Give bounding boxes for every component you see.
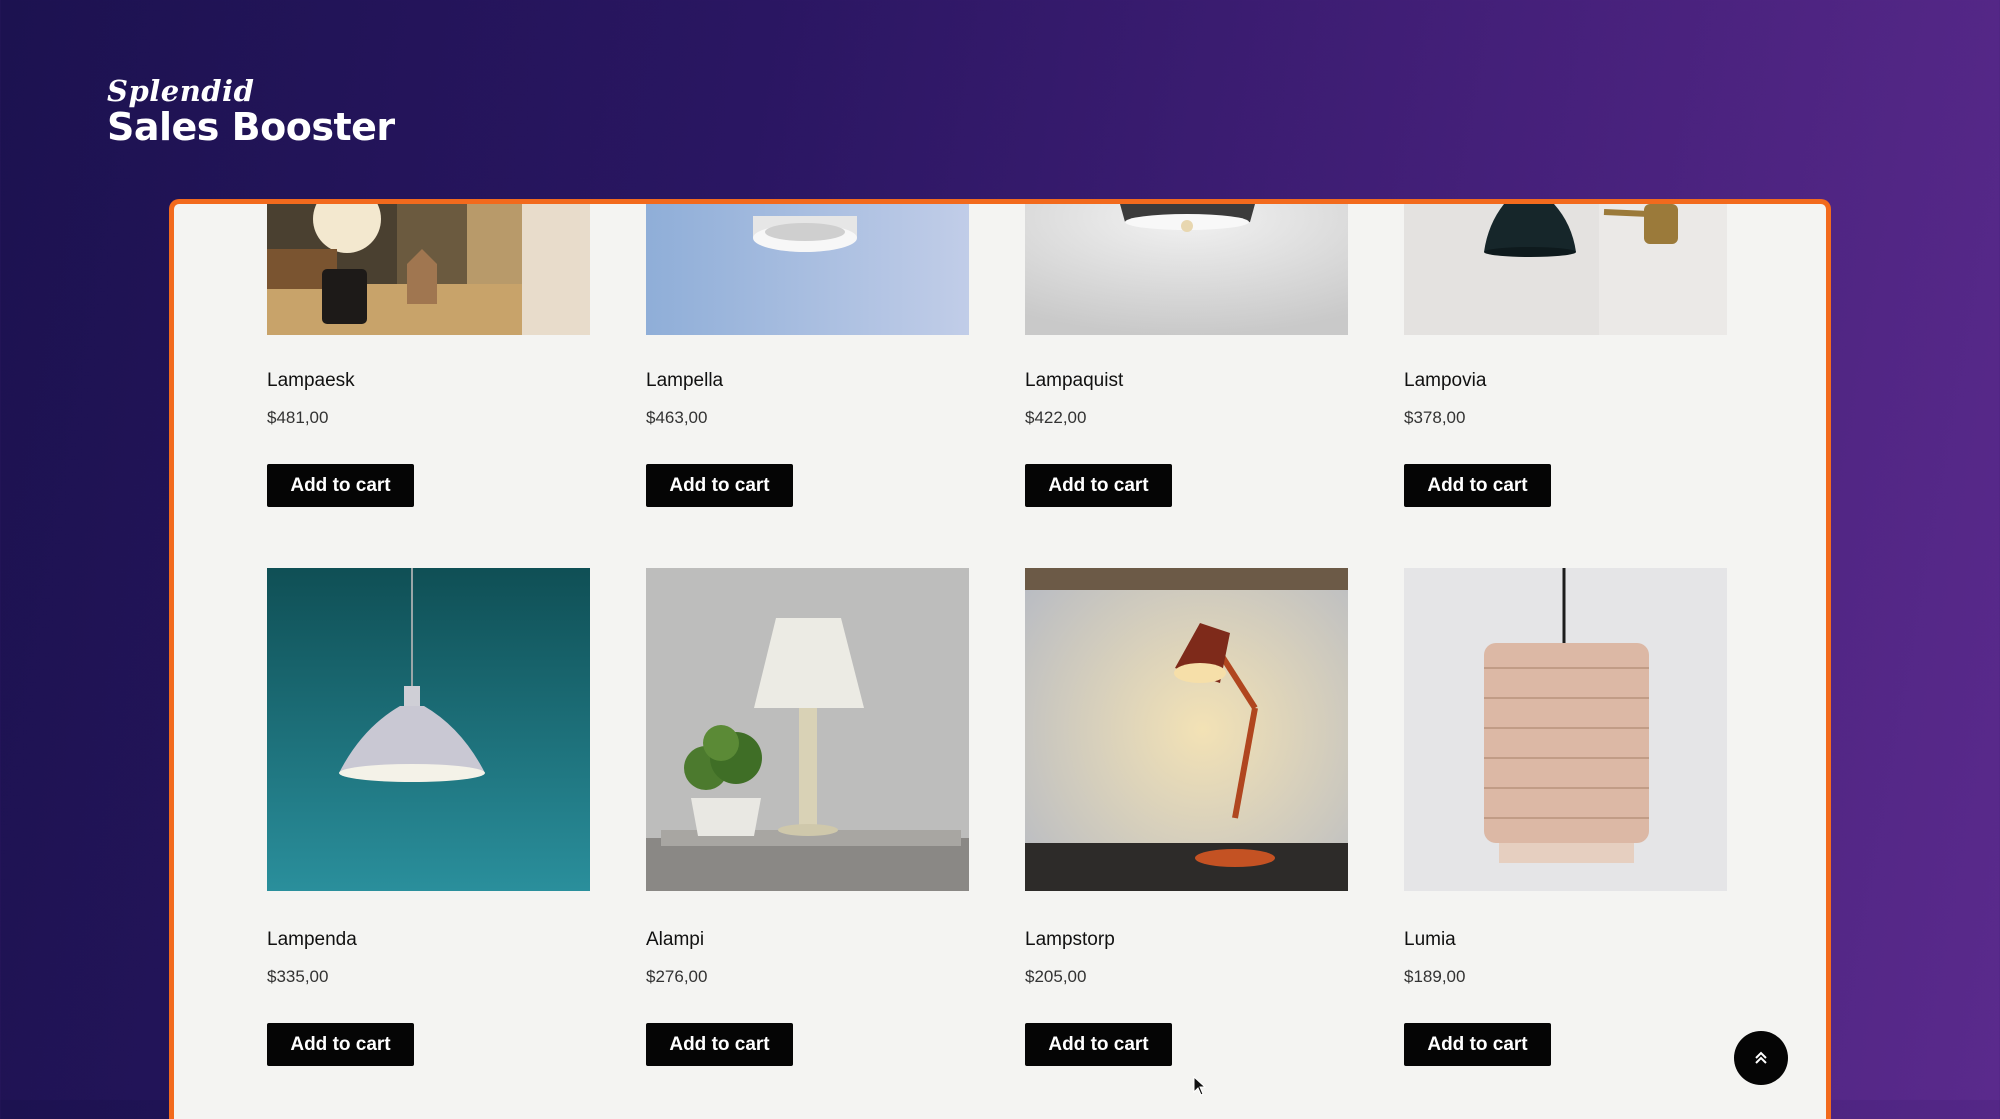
product-price: $276,00 [646, 967, 708, 986]
product-price: $335,00 [267, 967, 329, 986]
product-name[interactable]: Lumia [1404, 928, 1456, 952]
product-grid-panel: Lampaesk $481,00 Add to cart Lampella $4… [169, 199, 1831, 1119]
product-image[interactable] [646, 568, 969, 891]
brand-logo[interactable]: Splendid Sales Booster [107, 76, 395, 148]
product-image[interactable] [1404, 204, 1727, 335]
product-image[interactable] [646, 204, 969, 335]
product-price: $189,00 [1404, 967, 1466, 986]
add-to-cart-button[interactable]: Add to cart [1404, 464, 1551, 507]
brand-logo-title: Sales Booster [107, 105, 395, 149]
product-image[interactable] [267, 568, 590, 891]
product-name[interactable]: Alampi [646, 928, 704, 952]
brand-logo-script: Splendid [107, 74, 255, 108]
product-price: $205,00 [1025, 967, 1087, 986]
product-price: $481,00 [267, 408, 329, 427]
product-image[interactable] [1404, 568, 1727, 891]
product-image[interactable] [1025, 568, 1348, 891]
add-to-cart-button[interactable]: Add to cart [646, 1023, 793, 1066]
product-name[interactable]: Lampella [646, 369, 723, 393]
product-price: $463,00 [646, 408, 708, 427]
product-name[interactable]: Lampovia [1404, 369, 1486, 393]
add-to-cart-button[interactable]: Add to cart [1025, 464, 1172, 507]
add-to-cart-button[interactable]: Add to cart [1404, 1023, 1551, 1066]
mouse-pointer-icon [1193, 1076, 1207, 1096]
scroll-to-top-button[interactable] [1734, 1031, 1788, 1085]
add-to-cart-button[interactable]: Add to cart [267, 1023, 414, 1066]
product-name[interactable]: Lampenda [267, 928, 357, 952]
add-to-cart-button[interactable]: Add to cart [267, 464, 414, 507]
product-name[interactable]: Lampaquist [1025, 369, 1123, 393]
product-name[interactable]: Lampaesk [267, 369, 355, 393]
product-price: $378,00 [1404, 408, 1466, 427]
double-chevron-up-icon [1755, 1051, 1767, 1064]
product-price: $422,00 [1025, 408, 1087, 427]
product-image[interactable] [1025, 204, 1348, 335]
add-to-cart-button[interactable]: Add to cart [1025, 1023, 1172, 1066]
add-to-cart-button[interactable]: Add to cart [646, 464, 793, 507]
product-name[interactable]: Lampstorp [1025, 928, 1115, 952]
product-image[interactable] [267, 204, 590, 335]
